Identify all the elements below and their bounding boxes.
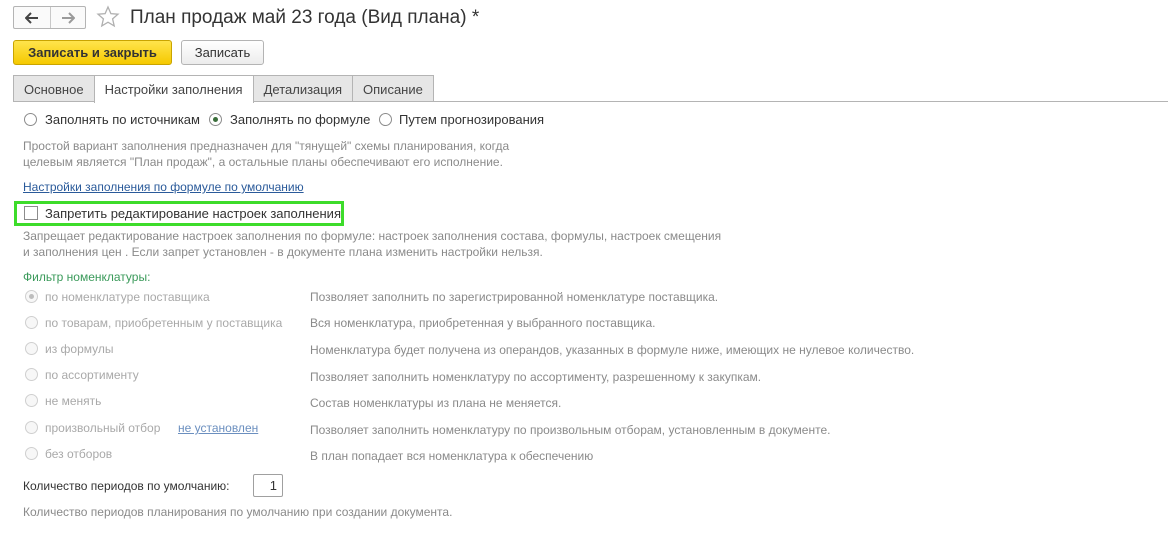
radio-fill-by-formula[interactable]	[209, 113, 222, 126]
save-and-close-button[interactable]: Записать и закрыть	[13, 40, 172, 65]
default-periods-label: Количество периодов по умолчанию:	[23, 479, 230, 493]
filter-label-custom-selection[interactable]: произвольный отбор	[45, 421, 160, 435]
tab-fill-settings[interactable]: Настройки заполнения	[93, 75, 254, 103]
custom-selection-link[interactable]: не установлен	[178, 421, 258, 435]
title-bar: План продаж май 23 года (Вид плана) *	[0, 0, 1168, 36]
save-button[interactable]: Записать	[181, 40, 264, 65]
radio-fill-by-sources-label[interactable]: Заполнять по источникам	[45, 112, 200, 127]
filter-label-purchased-goods[interactable]: по товарам, приобретенным у поставщика	[45, 316, 282, 330]
filter-radio-no-filters[interactable]	[25, 447, 38, 460]
favorite-star-icon[interactable]	[96, 5, 120, 29]
filter-desc-from-formula: Номенклатура будет получена из операндов…	[310, 343, 915, 357]
filter-radio-purchased-goods[interactable]	[25, 316, 38, 329]
default-formula-settings-link[interactable]: Настройки заполнения по формуле по умолч…	[23, 180, 304, 194]
filter-radio-from-formula[interactable]	[25, 342, 38, 355]
prohibit-edit-description-line2: и заполнения цен . Если запрет установле…	[23, 245, 543, 259]
page-title: План продаж май 23 года (Вид плана) *	[130, 7, 480, 28]
nav-buttons	[13, 6, 86, 29]
default-periods-input[interactable]: 1	[253, 474, 283, 497]
filter-desc-no-change: Состав номенклатуры из плана не меняется…	[310, 396, 562, 410]
prohibit-edit-checkbox[interactable]	[24, 206, 38, 220]
filter-label-from-formula[interactable]: из формулы	[45, 342, 114, 356]
radio-forecast[interactable]	[379, 113, 392, 126]
fill-mode-description-line2: целевым является "План продаж", а осталь…	[23, 155, 503, 169]
forward-button[interactable]	[49, 7, 86, 28]
filter-desc-custom-selection: Позволяет заполнить номенклатуру по прои…	[310, 423, 831, 437]
nomenclature-filter-heading: Фильтр номенклатуры:	[23, 270, 151, 284]
radio-fill-by-formula-label[interactable]: Заполнять по формуле	[230, 112, 370, 127]
filter-desc-supplier-nomenclature: Позволяет заполнить по зарегистрированно…	[310, 290, 719, 304]
back-button[interactable]	[14, 7, 50, 28]
tab-detailing[interactable]: Детализация	[252, 75, 354, 102]
tab-bar: Основное Настройки заполнения Детализаци…	[13, 75, 434, 103]
tab-main[interactable]: Основное	[13, 75, 95, 102]
fill-mode-description-line1: Простой вариант заполнения предназначен …	[23, 139, 510, 153]
filter-radio-custom-selection[interactable]	[25, 421, 38, 434]
filter-radio-assortment[interactable]	[25, 368, 38, 381]
filter-desc-no-filters: В план попадает вся номенклатура к обесп…	[310, 449, 594, 463]
prohibit-edit-description-line1: Запрещает редактирование настроек заполн…	[23, 229, 722, 243]
default-periods-description: Количество периодов планирования по умол…	[23, 505, 453, 519]
radio-fill-by-sources[interactable]	[24, 113, 37, 126]
filter-label-supplier-nomenclature[interactable]: по номенклатуре поставщика	[45, 290, 210, 304]
filter-desc-assortment: Позволяет заполнить номенклатуру по ассо…	[310, 370, 762, 384]
radio-forecast-label[interactable]: Путем прогнозирования	[399, 112, 544, 127]
arrow-right-icon	[61, 11, 75, 24]
filter-desc-purchased-goods: Вся номенклатура, приобретенная у выбран…	[310, 316, 656, 330]
filter-radio-supplier-nomenclature[interactable]	[25, 290, 38, 303]
prohibit-edit-label[interactable]: Запретить редактирование настроек заполн…	[45, 206, 341, 221]
tab-description[interactable]: Описание	[352, 75, 434, 102]
arrow-left-icon	[24, 11, 38, 24]
filter-label-no-change[interactable]: не менять	[45, 394, 101, 408]
filter-radio-no-change[interactable]	[25, 394, 38, 407]
filter-label-assortment[interactable]: по ассортименту	[45, 368, 139, 382]
filter-label-no-filters[interactable]: без отборов	[45, 447, 112, 461]
